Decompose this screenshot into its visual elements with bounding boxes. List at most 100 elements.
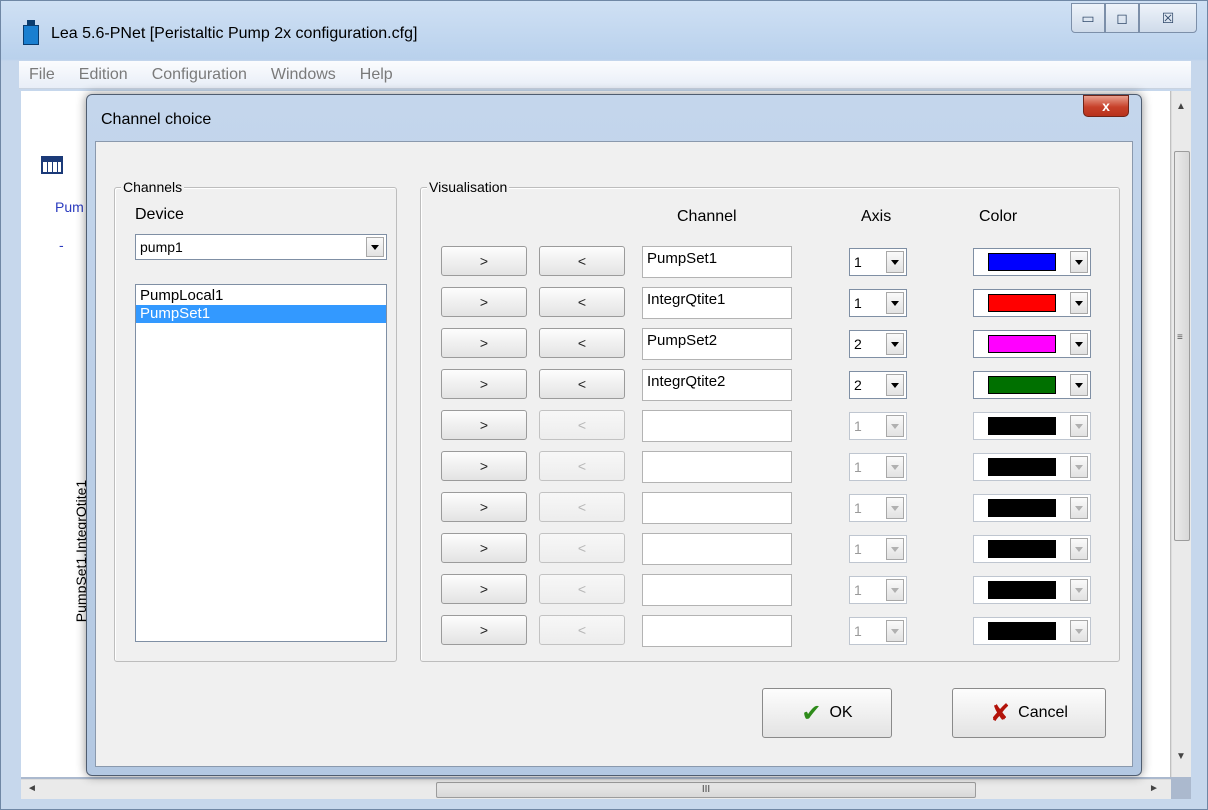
axis-select[interactable]: 2 — [849, 371, 907, 399]
menu-help[interactable]: Help — [360, 66, 393, 84]
channel-list-item[interactable]: PumpLocal1 — [136, 287, 386, 305]
mdi-link[interactable]: Pum — [55, 199, 84, 215]
color-select[interactable] — [973, 576, 1091, 604]
chevron-down-icon[interactable] — [1070, 374, 1088, 396]
remove-channel-button[interactable]: < — [539, 287, 625, 317]
chevron-down-icon[interactable] — [886, 538, 904, 560]
dialog-close-button[interactable]: x — [1083, 95, 1129, 117]
add-channel-button[interactable]: > — [441, 287, 527, 317]
remove-channel-button[interactable]: < — [539, 574, 625, 604]
scroll-right-icon[interactable]: ► — [1149, 783, 1159, 794]
axis-select[interactable]: 2 — [849, 330, 907, 358]
chevron-down-icon[interactable] — [886, 374, 904, 396]
channel-field[interactable] — [642, 492, 792, 524]
channel-list[interactable]: PumpLocal1 PumpSet1 — [135, 284, 387, 642]
chevron-down-icon[interactable] — [366, 237, 384, 257]
axis-select[interactable]: 1 — [849, 289, 907, 317]
minimize-button[interactable]: ▭ — [1071, 3, 1105, 33]
remove-channel-button[interactable]: < — [539, 410, 625, 440]
vertical-scrollbar[interactable]: ▲ ≡ ▼ — [1171, 91, 1191, 777]
add-channel-button[interactable]: > — [441, 369, 527, 399]
color-select[interactable] — [973, 371, 1091, 399]
channel-field[interactable] — [642, 451, 792, 483]
table-icon[interactable] — [41, 156, 63, 174]
remove-channel-button[interactable]: < — [539, 246, 625, 276]
axis-select[interactable]: 1 — [849, 453, 907, 481]
window-title: Lea 5.6-PNet [Peristaltic Pump 2x config… — [51, 25, 418, 42]
channel-field[interactable] — [642, 615, 792, 647]
color-select[interactable] — [973, 453, 1091, 481]
add-channel-button[interactable]: > — [441, 533, 527, 563]
menu-windows[interactable]: Windows — [271, 66, 336, 84]
channel-field[interactable]: IntegrQtite1 — [642, 287, 792, 319]
remove-channel-button[interactable]: < — [539, 369, 625, 399]
add-channel-button[interactable]: > — [441, 451, 527, 481]
chevron-down-icon[interactable] — [886, 497, 904, 519]
channel-field[interactable]: PumpSet1 — [642, 246, 792, 278]
remove-channel-button[interactable]: < — [539, 533, 625, 563]
horizontal-scroll-thumb[interactable]: III — [436, 782, 976, 798]
device-select-value: pump1 — [140, 239, 183, 255]
vertical-scroll-thumb[interactable]: ≡ — [1174, 151, 1190, 541]
chevron-down-icon[interactable] — [886, 456, 904, 478]
color-select[interactable] — [973, 289, 1091, 317]
scroll-up-icon[interactable]: ▲ — [1176, 101, 1186, 112]
add-channel-button[interactable]: > — [441, 574, 527, 604]
chevron-down-icon[interactable] — [1070, 497, 1088, 519]
chevron-down-icon[interactable] — [886, 251, 904, 273]
axis-select[interactable]: 1 — [849, 535, 907, 563]
menu-edition[interactable]: Edition — [79, 66, 128, 84]
remove-channel-button[interactable]: < — [539, 492, 625, 522]
add-channel-button[interactable]: > — [441, 492, 527, 522]
chevron-down-icon[interactable] — [1070, 292, 1088, 314]
chevron-down-icon[interactable] — [886, 415, 904, 437]
axis-select[interactable]: 1 — [849, 412, 907, 440]
chevron-down-icon[interactable] — [1070, 415, 1088, 437]
add-channel-button[interactable]: > — [441, 246, 527, 276]
add-channel-button[interactable]: > — [441, 410, 527, 440]
color-select[interactable] — [973, 412, 1091, 440]
chevron-down-icon[interactable] — [1070, 538, 1088, 560]
axis-select[interactable]: 1 — [849, 248, 907, 276]
channel-field[interactable]: IntegrQtite2 — [642, 369, 792, 401]
remove-channel-button[interactable]: < — [539, 451, 625, 481]
chevron-down-icon[interactable] — [886, 620, 904, 642]
chevron-down-icon[interactable] — [1070, 456, 1088, 478]
channel-field[interactable]: PumpSet2 — [642, 328, 792, 360]
menu-configuration[interactable]: Configuration — [152, 66, 247, 84]
channel-field[interactable] — [642, 410, 792, 442]
visualisation-row: > <1 — [421, 492, 1121, 526]
channel-list-item[interactable]: PumpSet1 — [136, 305, 386, 323]
chevron-down-icon[interactable] — [886, 333, 904, 355]
color-select[interactable] — [973, 617, 1091, 645]
axis-select-value: 1 — [854, 295, 862, 311]
add-channel-button[interactable]: > — [441, 328, 527, 358]
add-channel-button[interactable]: > — [441, 615, 527, 645]
axis-select[interactable]: 1 — [849, 576, 907, 604]
ok-button[interactable]: ✔ OK — [762, 688, 892, 738]
device-select[interactable]: pump1 — [135, 234, 387, 260]
chevron-down-icon[interactable] — [886, 579, 904, 601]
chevron-down-icon[interactable] — [886, 292, 904, 314]
axis-select[interactable]: 1 — [849, 494, 907, 522]
color-select[interactable] — [973, 248, 1091, 276]
chevron-down-icon[interactable] — [1070, 251, 1088, 273]
scroll-down-icon[interactable]: ▼ — [1176, 751, 1186, 762]
scroll-left-icon[interactable]: ◄ — [27, 783, 37, 794]
chevron-down-icon[interactable] — [1070, 333, 1088, 355]
color-select[interactable] — [973, 494, 1091, 522]
close-button[interactable]: ☒ — [1139, 3, 1197, 33]
remove-channel-button[interactable]: < — [539, 615, 625, 645]
chevron-down-icon[interactable] — [1070, 579, 1088, 601]
axis-select[interactable]: 1 — [849, 617, 907, 645]
horizontal-scrollbar[interactable]: ◄ III ► — [21, 779, 1171, 799]
maximize-button[interactable]: ◻ — [1105, 3, 1139, 33]
cancel-button[interactable]: ✘ Cancel — [952, 688, 1106, 738]
color-select[interactable] — [973, 535, 1091, 563]
chevron-down-icon[interactable] — [1070, 620, 1088, 642]
remove-channel-button[interactable]: < — [539, 328, 625, 358]
channel-field[interactable] — [642, 533, 792, 565]
color-select[interactable] — [973, 330, 1091, 358]
channel-field[interactable] — [642, 574, 792, 606]
menu-file[interactable]: File — [29, 66, 55, 84]
